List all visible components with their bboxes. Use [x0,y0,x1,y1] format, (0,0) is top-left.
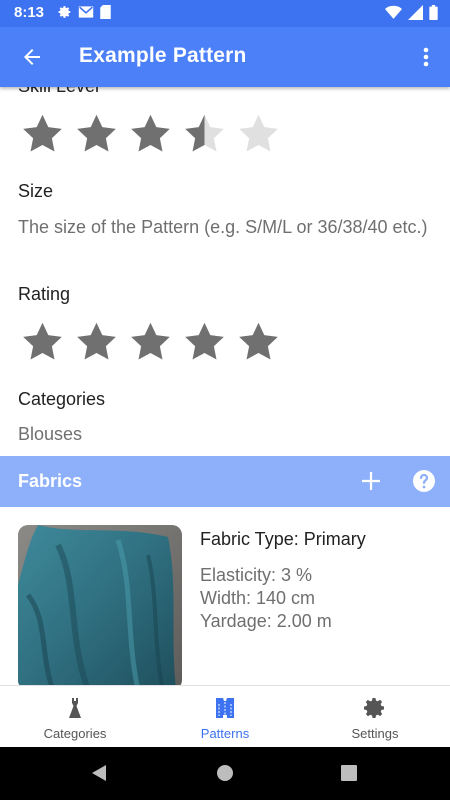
fabrics-title: Fabrics [18,471,83,491]
add-icon[interactable] [360,470,382,492]
status-notification-icons [58,5,111,19]
app-bar: Example Pattern [0,27,450,87]
help-icon[interactable] [412,469,436,493]
rating-star-4-filled[interactable] [182,319,227,364]
rating-star-2-filled[interactable] [74,319,119,364]
status-time: 8:13 [14,4,45,21]
battery-icon [429,5,438,20]
categories-label: Categories [18,389,106,409]
wifi-icon [385,5,402,19]
gear-icon [364,698,384,718]
status-bar: 8:13 [0,0,450,27]
dress-icon [69,698,81,718]
nav-label: Categories [43,726,107,741]
nav-label: Settings [351,726,399,741]
skill-level-star-1-filled[interactable] [20,111,65,156]
skill-level-star-5-empty[interactable] [236,111,281,156]
rating-star-5-filled[interactable] [236,319,281,364]
rating-label: Rating [18,284,71,304]
system-navigation-bar [0,747,450,800]
nav-settings[interactable]: Settings [300,686,450,748]
nav-label: Patterns [200,726,250,741]
rating-stars[interactable] [20,319,281,364]
settings-notification-icon [58,6,71,18]
bottom-navigation: Categories Patterns Settings [0,685,450,747]
more-vert-icon[interactable] [418,45,434,69]
fabric-elasticity: Elasticity: 3 % [200,565,313,585]
size-label: Size [18,181,54,201]
nav-patterns[interactable]: Patterns [150,686,300,748]
signal-icon [408,5,423,20]
sd-card-icon [100,5,111,19]
fabric-image [18,525,182,685]
fabrics-section-header: Fabrics [0,456,450,507]
gmail-icon [78,6,94,18]
system-home-icon[interactable] [216,764,234,782]
skill-level-label: Skill Level [18,87,99,97]
back-arrow-icon[interactable] [20,45,44,69]
nav-categories[interactable]: Categories [0,686,150,748]
categories-value: Blouses [18,424,83,444]
system-back-icon[interactable] [90,764,108,782]
rating-star-1-filled[interactable] [20,319,65,364]
status-system-icons [385,5,438,20]
size-value: The size of the Pattern (e.g. S/M/L or 3… [18,217,428,237]
skill-level-rating[interactable] [20,111,281,156]
skill-level-star-4-half[interactable] [182,111,227,156]
pattern-icon [216,698,234,718]
fabric-yardage: Yardage: 2.00 m [200,611,332,631]
skill-level-star-2-filled[interactable] [74,111,119,156]
page-title: Example Pattern [79,44,247,67]
fabric-width: Width: 140 cm [200,588,316,608]
system-recents-icon[interactable] [341,765,357,781]
rating-star-3-filled[interactable] [128,319,173,364]
skill-level-star-3-filled[interactable] [128,111,173,156]
pattern-detail-content[interactable]: Skill Level Size The size of the Pattern… [0,87,450,685]
fabric-type: Fabric Type: Primary [200,529,366,549]
